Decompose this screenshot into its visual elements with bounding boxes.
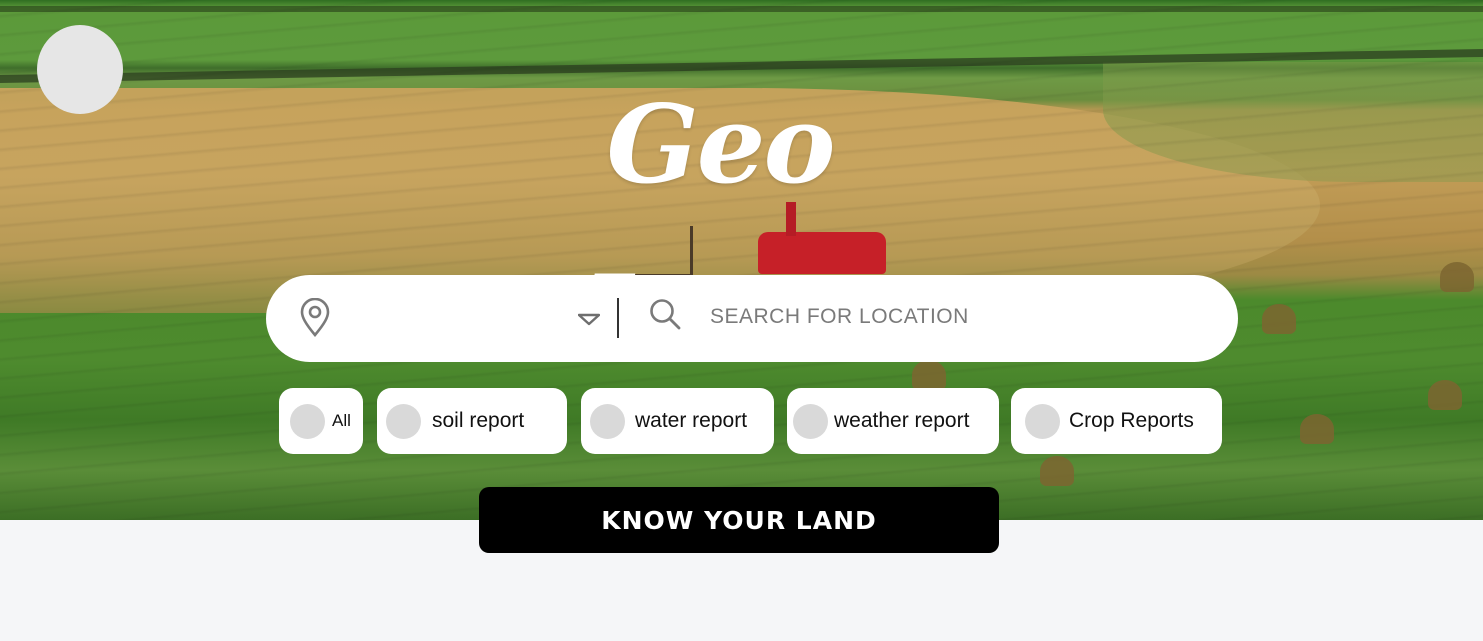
chip-label: Crop Reports xyxy=(1069,409,1194,432)
chip-radio-icon xyxy=(590,403,625,439)
filter-chip-water-report[interactable]: water report xyxy=(581,388,774,454)
avatar[interactable] xyxy=(37,25,123,114)
chip-label: All xyxy=(332,411,351,430)
hay-stook xyxy=(1040,456,1074,486)
chip-radio-icon xyxy=(793,403,828,439)
filter-chip-crop-reports[interactable]: Crop Reports xyxy=(1011,388,1222,454)
filter-chip-soil-report[interactable]: soil report xyxy=(377,388,567,454)
hay-stook xyxy=(1428,380,1462,410)
chip-label: weather report xyxy=(834,409,970,432)
app-logo: Geo Lens xyxy=(582,82,860,378)
filter-chip-all[interactable]: All xyxy=(279,388,363,454)
chip-radio-icon xyxy=(1025,403,1060,439)
know-your-land-button[interactable]: KNOW YOUR LAND xyxy=(479,487,999,553)
filter-chip-weather-report[interactable]: weather report xyxy=(787,388,999,454)
hay-stook xyxy=(1300,414,1334,444)
hay-stook xyxy=(912,360,946,390)
chip-label: water report xyxy=(635,409,748,432)
chip-label: soil report xyxy=(432,409,525,432)
search-icon[interactable] xyxy=(648,297,682,331)
search-divider xyxy=(617,298,619,338)
location-pin-icon[interactable] xyxy=(297,298,333,338)
chip-radio-icon xyxy=(386,403,421,439)
chevron-down-icon[interactable] xyxy=(578,312,600,326)
location-search-input[interactable] xyxy=(700,296,1220,338)
chip-radio-icon xyxy=(290,403,325,439)
hay-stook xyxy=(1440,262,1474,292)
hay-stook xyxy=(1262,304,1296,334)
